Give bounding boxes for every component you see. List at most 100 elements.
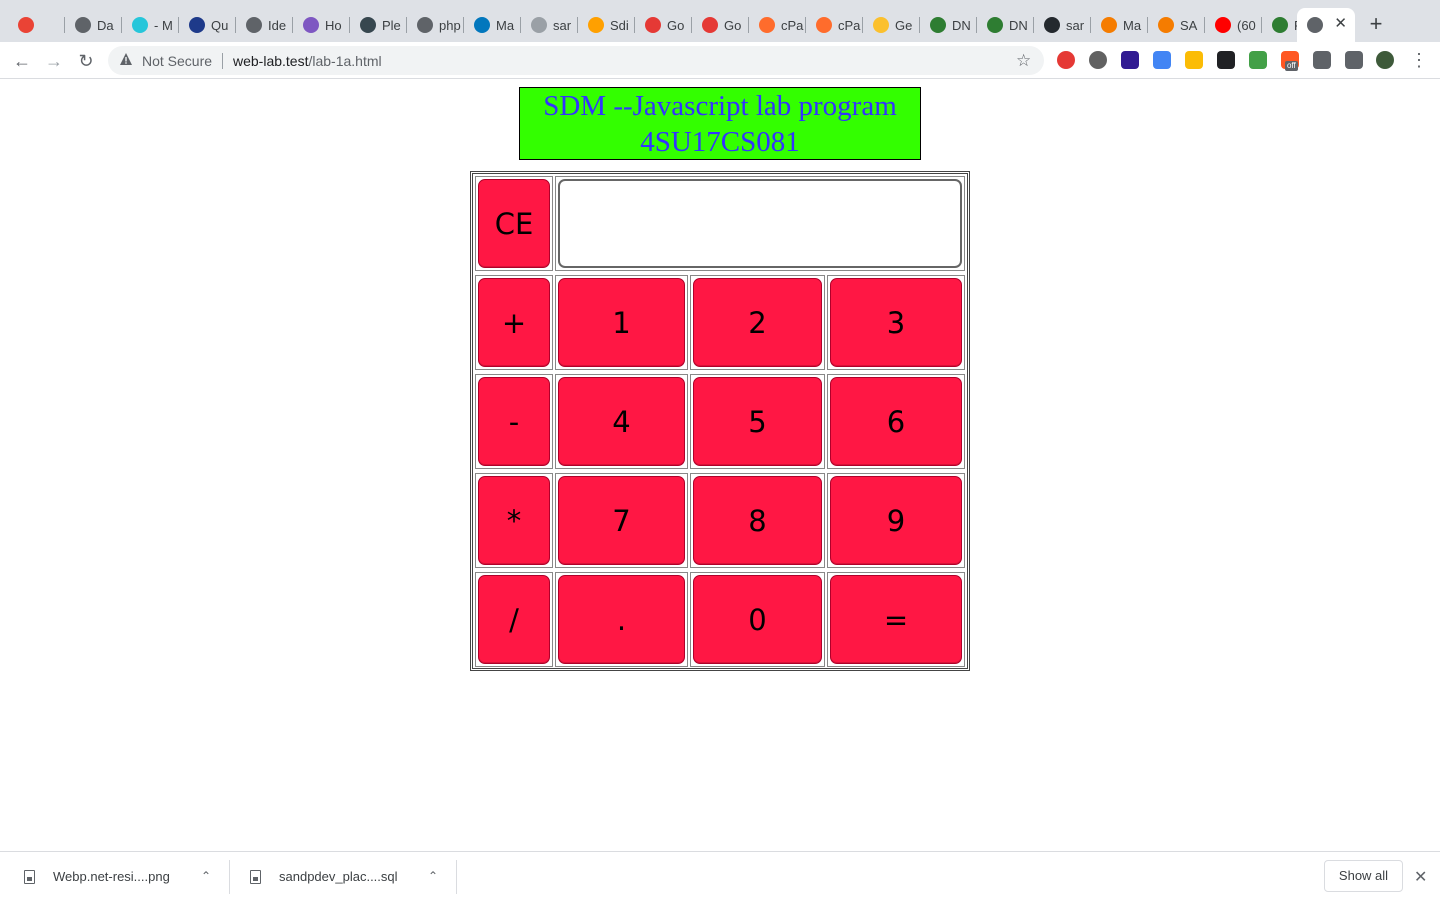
github-icon — [531, 17, 547, 33]
tab[interactable]: Qu — [179, 8, 236, 42]
pen-icon[interactable] — [1249, 51, 1267, 69]
tab[interactable]: Go — [692, 8, 749, 42]
digit-0-button[interactable]: 0 — [693, 575, 822, 664]
minus-button[interactable]: - — [478, 377, 550, 466]
address-bar[interactable]: Not Secure web-lab.test/lab-1a.html ☆ — [108, 46, 1044, 75]
divide-button[interactable]: / — [478, 575, 550, 664]
tab[interactable]: Ple — [350, 8, 407, 42]
tab[interactable]: (60 — [1205, 8, 1262, 42]
profile-avatar-icon[interactable] — [1376, 51, 1394, 69]
show-all-button[interactable]: Show all — [1324, 860, 1403, 892]
tab[interactable] — [8, 8, 65, 42]
video-icon — [474, 17, 490, 33]
translate-icon[interactable] — [1153, 51, 1171, 69]
drive-icon[interactable] — [1185, 51, 1203, 69]
tab-title: Ide — [268, 17, 287, 33]
github-icon — [1044, 17, 1060, 33]
reload-button[interactable]: ↻ — [73, 48, 99, 74]
download-item[interactable]: Webp.net-resi....png — [24, 852, 170, 901]
spiral-icon — [132, 17, 148, 33]
tab[interactable]: Sdi — [578, 8, 635, 42]
tab[interactable]: php — [407, 8, 464, 42]
digit-6-button[interactable]: 6 — [830, 377, 962, 466]
download-shelf: Webp.net-resi....png ⌃ sandpdev_plac....… — [0, 851, 1440, 900]
layers-icon[interactable] — [1121, 51, 1139, 69]
tab[interactable]: cPa — [806, 8, 863, 42]
heading-line-1: SDM --Javascript lab program — [543, 90, 897, 122]
globe-icon — [1307, 17, 1323, 33]
adblock-icon[interactable] — [1057, 51, 1075, 69]
dns-icon — [930, 17, 946, 33]
page-content: SDM --Javascript lab program 4SU17CS081 … — [0, 80, 1440, 851]
tab-title: cPa — [781, 17, 804, 33]
decimal-button[interactable]: . — [558, 575, 685, 664]
plus-button[interactable]: + — [478, 278, 550, 367]
digit-1-button[interactable]: 1 — [558, 278, 685, 367]
tab[interactable]: Ho — [293, 8, 350, 42]
media-icon[interactable] — [1345, 51, 1363, 69]
tab-title: Go — [724, 17, 742, 33]
bookmark-star-icon[interactable]: ☆ — [1016, 51, 1031, 71]
settings-ext-icon[interactable] — [1089, 51, 1107, 69]
tab[interactable]: - M — [122, 8, 179, 42]
tab[interactable]: DN — [977, 8, 1034, 42]
clear-button[interactable]: CE — [478, 179, 550, 268]
tab[interactable]: Ma — [464, 8, 521, 42]
tab-title: (60 — [1237, 17, 1256, 33]
tab[interactable]: SA — [1148, 8, 1205, 42]
tab[interactable]: Ide — [236, 8, 293, 42]
youtube-icon — [1215, 17, 1231, 33]
tab-active[interactable]: ✕ — [1297, 8, 1355, 42]
globe-icon — [246, 17, 262, 33]
tab-title: sar — [553, 17, 572, 33]
tab[interactable]: sar — [521, 8, 578, 42]
tab-title: cPa — [838, 17, 861, 33]
grid-icon[interactable] — [1217, 51, 1235, 69]
digit-8-button[interactable]: 8 — [693, 476, 822, 565]
tab-title: Go — [667, 17, 685, 33]
browser-menu-icon[interactable]: ⋮ — [1410, 50, 1428, 70]
digit-2-button[interactable]: 2 — [693, 278, 822, 367]
tab[interactable]: Ge — [863, 8, 920, 42]
digit-9-button[interactable]: 9 — [830, 476, 962, 565]
tab-title: DN — [1009, 17, 1028, 33]
tab[interactable]: DN — [920, 8, 977, 42]
cpanel-icon — [759, 17, 775, 33]
p-icon — [360, 17, 376, 33]
url-host: web-lab.test — [233, 53, 309, 69]
close-tab-icon[interactable]: ✕ — [1334, 16, 1347, 32]
tab[interactable]: Da — [65, 8, 122, 42]
puzzle-icon[interactable] — [1313, 51, 1331, 69]
chevron-up-icon[interactable]: ⌃ — [201, 869, 211, 883]
q-icon — [189, 17, 205, 33]
google-icon — [645, 17, 661, 33]
close-shelf-icon[interactable]: ✕ — [1414, 867, 1427, 887]
not-secure-label[interactable]: Not Secure — [142, 53, 212, 69]
tab[interactable]: cPa — [749, 8, 806, 42]
gmail-icon — [18, 17, 34, 33]
off-ext-icon[interactable]: off — [1281, 51, 1299, 71]
tab[interactable]: sar — [1034, 8, 1091, 42]
forward-button[interactable]: → — [41, 48, 67, 74]
tab-title: - M — [154, 17, 173, 33]
chevron-up-icon[interactable]: ⌃ — [428, 869, 438, 883]
file-icon — [250, 869, 261, 884]
digit-7-button[interactable]: 7 — [558, 476, 685, 565]
new-tab-button[interactable]: + — [1364, 12, 1388, 36]
equals-button[interactable]: = — [830, 575, 962, 664]
url-text[interactable]: web-lab.test/lab-1a.html — [233, 53, 382, 69]
back-button[interactable]: ← — [9, 48, 35, 74]
digit-5-button[interactable]: 5 — [693, 377, 822, 466]
browser-toolbar: ← → ↻ Not Secure web-lab.test/lab-1a.htm… — [0, 42, 1440, 79]
tab[interactable]: Ma — [1091, 8, 1148, 42]
download-item[interactable]: sandpdev_plac....sql — [250, 852, 398, 901]
multiply-button[interactable]: * — [478, 476, 550, 565]
tab-title: Sdi — [610, 17, 629, 33]
url-path: /lab-1a.html — [308, 53, 382, 69]
tab-title: sar — [1066, 17, 1085, 33]
tab-title: Ma — [1123, 17, 1142, 33]
digit-4-button[interactable]: 4 — [558, 377, 685, 466]
digit-3-button[interactable]: 3 — [830, 278, 962, 367]
tab[interactable]: Go — [635, 8, 692, 42]
calculator-display[interactable] — [558, 179, 962, 268]
